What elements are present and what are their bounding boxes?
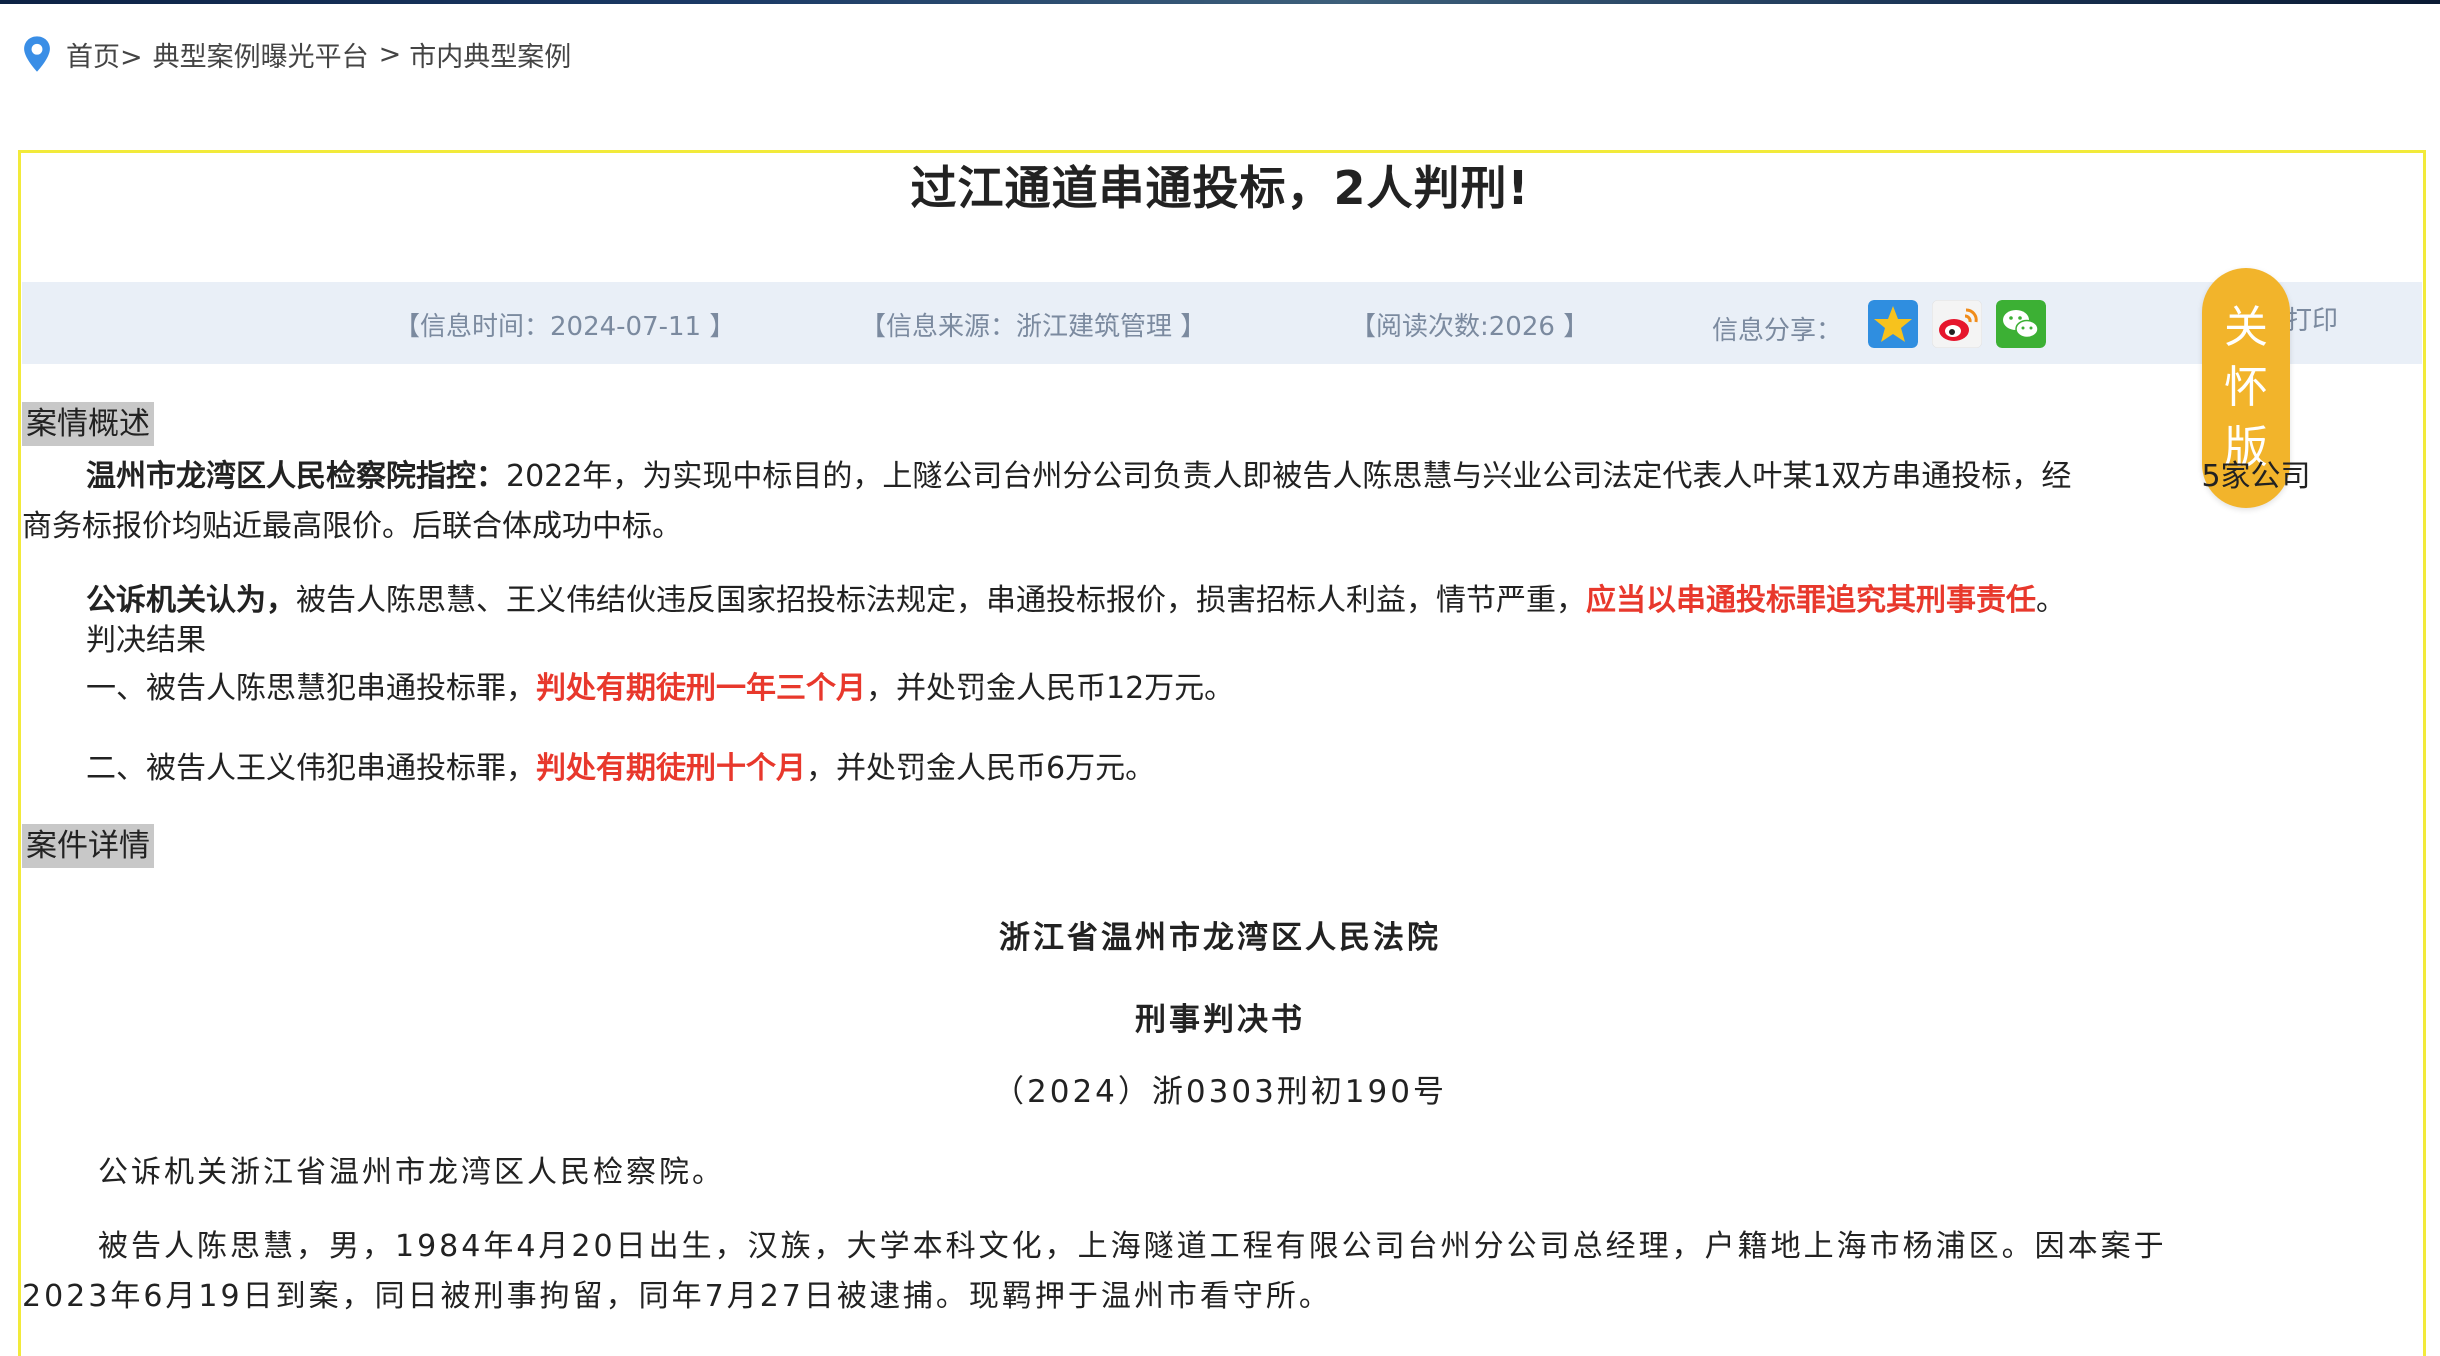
- prosecution-view-end: 。: [2036, 583, 2066, 618]
- breadcrumb-separator: >: [378, 38, 402, 70]
- prosecutor-line: 公诉机关浙江省温州市龙湾区人民检察院。: [98, 1155, 725, 1190]
- breadcrumb: 首页> 典型案例曝光平台 > 市内典型案例: [20, 35, 571, 74]
- prosecution-view-text: 被告人陈思慧、王义伟结伙违反国家招投标法规定，串通投标报价，损害招标人利益，情节…: [296, 583, 1586, 618]
- verdict-2-highlight: 判处有期徒刑十个月: [536, 751, 806, 786]
- prosecution-view-lead: 公诉机关认为，: [86, 583, 296, 618]
- breadcrumb-city-cases[interactable]: 市内典型案例: [409, 35, 571, 74]
- print-link[interactable]: 打印: [2286, 300, 2338, 337]
- care-mode-char: 关: [2224, 302, 2268, 353]
- defendant-paragraph-line2: 2023年6月19日到案，同日被刑事拘留，同年7月27日被逮捕。现羁押于温州市看…: [22, 1279, 1332, 1314]
- verdict-1-highlight: 判处有期徒刑一年三个月: [536, 671, 866, 706]
- verdict-2-text: 二、被告人王义伟犯串通投标罪，: [86, 751, 536, 786]
- care-mode-char: 怀: [2224, 362, 2268, 413]
- info-time: 【信息时间：2024-07-11 】: [394, 312, 736, 342]
- prosecution-view-highlight: 应当以串通投标罪追究其刑事责任: [1586, 583, 2036, 618]
- defendant-line-1: 被告人陈思慧，男，1984年4月20日出生，汉族，大学本科文化，上海隧道工程有限…: [98, 1229, 2167, 1264]
- case-number: （2024）浙0303刑初190号: [993, 1074, 1447, 1110]
- court-name: 浙江省温州市龙湾区人民法院: [999, 920, 1441, 956]
- article-info-bar: 【信息时间：2024-07-11 】 【信息来源：浙江建筑管理 】 【阅读次数:…: [22, 282, 2422, 364]
- verdict-1-text: 一、被告人陈思慧犯串通投标罪，: [86, 671, 536, 706]
- wechat-icon[interactable]: [1996, 300, 2046, 348]
- top-banner-strip: [0, 0, 2440, 4]
- overview-text-tail: 5家公司: [2201, 459, 2311, 494]
- overview-paragraph-1-line2: 商务标报价均贴近最高限价。后联合体成功中标。: [22, 509, 682, 544]
- verdict-item-2: 二、被告人王义伟犯串通投标罪，判处有期徒刑十个月，并处罚金人民币6万元。: [22, 744, 2422, 794]
- verdict-2-end: ，并处罚金人民币6万元。: [806, 751, 1156, 786]
- section-label-overview: 案情概述: [22, 402, 154, 446]
- prosecutor-lead: 温州市龙湾区人民检察院指控：: [86, 459, 506, 494]
- breadcrumb-case-platform[interactable]: 典型案例曝光平台: [153, 35, 369, 74]
- verdict-1-end: ，并处罚金人民币12万元。: [866, 671, 1235, 706]
- overview-text: 2022年，为实现中标目的，上隧公司台州分公司负责人即被告人陈思慧与兴业公司法定…: [506, 459, 2072, 494]
- info-source: 【信息来源：浙江建筑管理 】: [860, 312, 1207, 342]
- article-title: 过江通道串通投标，2人判刑!: [910, 161, 1530, 215]
- qzone-icon[interactable]: [1868, 300, 1918, 348]
- verdict-item-1: 一、被告人陈思慧犯串通投标罪，判处有期徒刑一年三个月，并处罚金人民币12万元。: [22, 664, 2422, 714]
- breadcrumb-home[interactable]: 首页>: [66, 35, 143, 74]
- share-label: 信息分享：: [1712, 316, 1843, 346]
- verdict-title: 判决结果: [86, 623, 206, 658]
- defendant-paragraph: 被告人陈思慧，男，1984年4月20日出生，汉族，大学本科文化，上海隧道工程有限…: [22, 1222, 2422, 1272]
- overview-paragraph-1: 温州市龙湾区人民检察院指控：2022年，为实现中标目的，上隧公司台州分公司负责人…: [22, 452, 2422, 502]
- location-pin-icon: [24, 36, 50, 72]
- weibo-icon[interactable]: [1932, 300, 1982, 348]
- section-label-details: 案件详情: [22, 824, 154, 868]
- document-type: 刑事判决书: [1135, 1002, 1305, 1038]
- info-reads: 【阅读次数:2026 】: [1350, 312, 1590, 342]
